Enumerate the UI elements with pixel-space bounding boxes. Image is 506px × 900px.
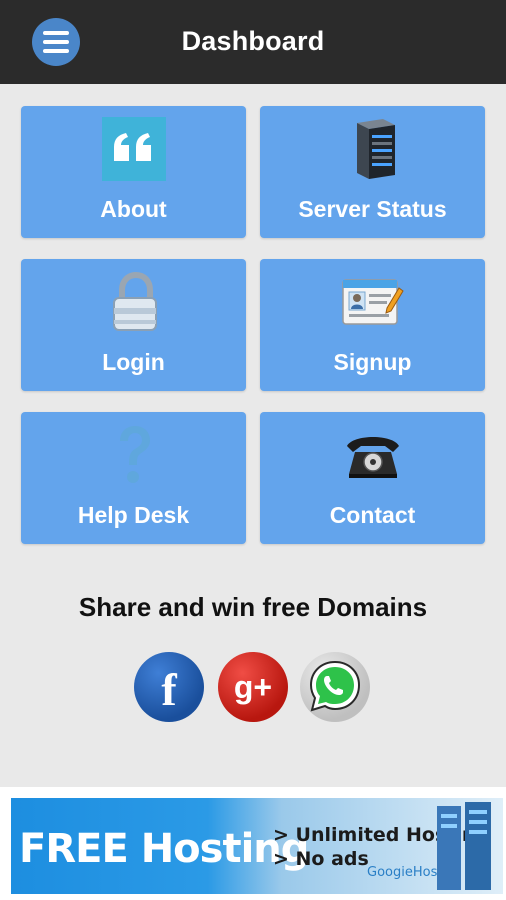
facebook-icon: f: [161, 664, 177, 715]
facebook-share-button[interactable]: f: [134, 652, 204, 722]
ad-banner[interactable]: FREE Hosting > Unlimited Hosting > No ad…: [11, 798, 503, 894]
server-status-tile[interactable]: Server Status: [260, 106, 485, 238]
quote-icon: [101, 116, 167, 182]
whatsapp-share-button[interactable]: [300, 652, 370, 722]
server-status-label: Server Status: [298, 196, 447, 222]
contact-label: Contact: [329, 502, 416, 528]
id-card-icon: [340, 269, 406, 335]
whatsapp-icon: [309, 660, 361, 712]
share-title: Share and win free Domains: [78, 592, 428, 622]
signup-tile[interactable]: Signup: [260, 259, 485, 391]
contact-tile[interactable]: Contact: [260, 412, 485, 544]
question-mark-icon: [101, 422, 167, 488]
page-title: Dashboard: [181, 26, 325, 56]
server-icon: [340, 116, 406, 182]
padlock-icon: [101, 269, 167, 335]
googleplus-share-button[interactable]: g+: [218, 652, 288, 722]
help-desk-label: Help Desk: [77, 502, 190, 528]
googleplus-icon: g+: [233, 669, 273, 705]
banner-headline: FREE Hosting: [19, 826, 309, 872]
top-app-bar: Dashboard: [0, 0, 506, 84]
about-label: About: [100, 196, 167, 222]
signup-label: Signup: [333, 349, 412, 375]
banner-line-no-ads: > No ads: [273, 848, 369, 870]
login-tile[interactable]: Login: [21, 259, 246, 391]
about-tile[interactable]: About: [21, 106, 246, 238]
help-desk-tile[interactable]: Help Desk: [21, 412, 246, 544]
telephone-icon: [340, 422, 406, 488]
dashboard-grid: About Server Status Login Signup Help De…: [21, 106, 485, 544]
server-rack-icon: [437, 802, 491, 890]
login-label: Login: [102, 349, 165, 375]
